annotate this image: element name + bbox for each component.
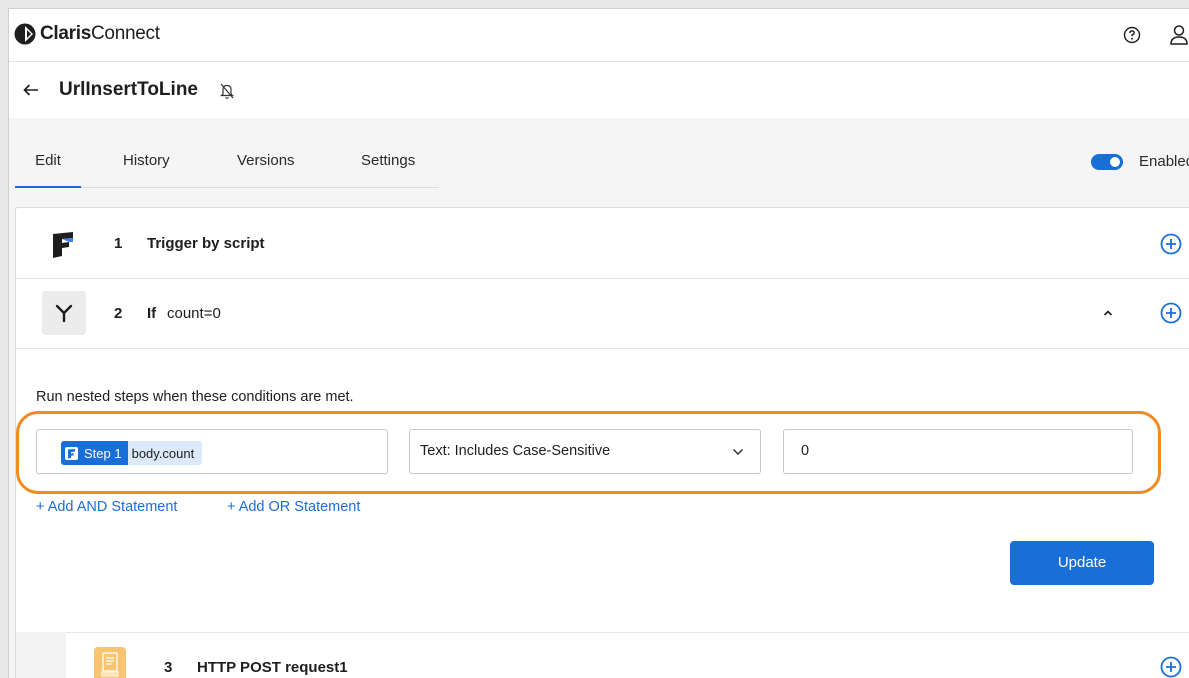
add-step-icon[interactable] [1160,656,1182,678]
tab-edit[interactable]: Edit [15,129,81,188]
step-reference-label: Step 1 [84,445,122,461]
left-operand-field[interactable]: Step 1 body.count [36,429,388,474]
claris-connect-logo[interactable]: Claris Connect [14,23,160,45]
filemaker-mini-icon [65,446,78,460]
flow-title-bar: UrlInsertToLine [9,62,1189,118]
step-number: 2 [114,305,123,322]
filemaker-icon [53,232,73,258]
arrow-left-icon[interactable] [21,80,41,100]
operator-value: Text: Includes Case-Sensitive [420,443,611,459]
tab-history[interactable]: History [123,129,170,186]
step-row-2[interactable]: 2 If count=0 [16,278,1189,349]
top-bar: Claris Connect [9,9,1189,62]
help-circle-icon[interactable] [1123,26,1141,44]
update-button[interactable]: Update [1010,541,1154,585]
step-title: Trigger by script [147,235,265,252]
tab-settings[interactable]: Settings [361,129,415,186]
nested-steps-intro: Run nested steps when these conditions a… [36,389,354,405]
add-and-statement-link[interactable]: + Add AND Statement [36,499,177,515]
add-step-icon[interactable] [1160,302,1182,324]
app-window: Claris Connect UrlInsertToLine Edit Hist… [8,8,1189,678]
enabled-toggle[interactable] [1091,153,1123,170]
step-reference-field: body.count [127,441,203,465]
tab-bar: Edit History Versions Settings [15,129,439,188]
bell-off-icon[interactable] [219,82,235,100]
branch-icon [42,291,86,335]
brand-name-bold: Claris [40,23,92,44]
right-operand-value: 0 [801,443,810,459]
nested-indent [16,632,66,678]
step-reference-pill[interactable]: Step 1 body.count [61,441,203,465]
enabled-label: Enabled [1139,153,1189,170]
step-number: 1 [114,235,123,252]
add-or-statement-link[interactable]: + Add OR Statement [227,499,360,515]
operator-select[interactable]: Text: Includes Case-Sensitive [409,429,761,474]
chevron-up-icon[interactable] [1102,308,1114,318]
add-step-icon[interactable] [1160,233,1182,255]
step-number: 3 [164,659,173,676]
step-reference-source: Step 1 [61,441,128,465]
step-row-3[interactable] [16,632,1189,678]
enabled-toggle-group: Enabled [1091,153,1189,170]
flow-title: UrlInsertToLine [59,79,198,100]
tab-versions[interactable]: Versions [237,129,295,186]
claris-logo-icon [14,23,36,45]
steps-panel: 1 Trigger by script 2 If count=0 Run nes… [15,207,1189,678]
step-row-1[interactable]: 1 Trigger by script [16,208,1189,279]
user-icon[interactable] [1169,24,1189,46]
step-condition-summary: count=0 [167,305,221,322]
step-title: HTTP POST request1 [197,659,348,676]
step-title: If [147,305,157,322]
http-icon [94,647,126,678]
chevron-down-icon [732,448,744,456]
right-operand-input[interactable]: 0 [783,429,1133,474]
brand-name-light: Connect [91,23,160,44]
